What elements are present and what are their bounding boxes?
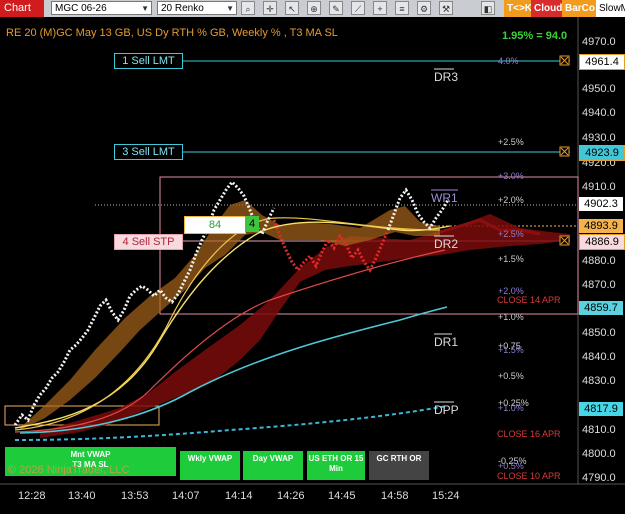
- time-tick: 14:58: [381, 490, 409, 502]
- cursor-icon[interactable]: ↖: [285, 1, 299, 15]
- price-marker: 4817.9: [579, 402, 623, 416]
- order-label-4-sell-stp[interactable]: 4 Sell STP: [114, 234, 183, 250]
- instrument-value: MGC 06-26: [55, 3, 107, 14]
- price-tick: 4850.0: [582, 327, 616, 339]
- us-eth-or-button[interactable]: US ETH OR 15 Min: [307, 451, 365, 480]
- pct-label: +2.5%: [498, 137, 524, 147]
- chevron-down-icon: ▼: [141, 4, 149, 13]
- strategy-icon[interactable]: ⚙: [417, 1, 431, 15]
- tag-barco[interactable]: BarCo: [562, 0, 599, 17]
- bar-type-selector[interactable]: 20 Renko ▼: [157, 1, 237, 15]
- properties-icon[interactable]: ≡: [395, 1, 409, 15]
- pivot-dr3: DR3: [434, 70, 458, 84]
- pct-label: +0.5%: [498, 461, 524, 471]
- chart-toolbar: Chart MGC 06-26 ▼ 20 Renko ▼ ⌕ ✛ ↖ ⊕ ✎ ⟋…: [0, 0, 625, 18]
- time-tick: 15:24: [432, 490, 460, 502]
- price-tick: 4910.0: [582, 181, 616, 193]
- price-marker: 4886.9: [579, 234, 625, 250]
- pct-label: +1.5%: [498, 345, 524, 355]
- order-label-1-sell-lmt[interactable]: 1 Sell LMT: [114, 53, 183, 69]
- tag-cloud[interactable]: Cloud: [531, 0, 566, 17]
- pivot-wr1: WR1: [431, 191, 458, 205]
- chart-title: RE 20 (M)GC May 13 GB, US Dy RTH % GB, W…: [6, 27, 338, 39]
- time-tick: 14:07: [172, 490, 200, 502]
- indicator-icon[interactable]: ◧: [481, 1, 495, 15]
- chart-canvas[interactable]: 4970.0 4950.0 4940.0 4930.0 4920.0 4910.…: [0, 17, 625, 509]
- mnt-vwap-label: Mnt VWAP: [70, 450, 111, 459]
- chevron-down-icon: ▼: [226, 4, 234, 13]
- price-marker-position: 4893.9: [579, 219, 623, 233]
- price-tick: 4940.0: [582, 107, 616, 119]
- zoom-icon[interactable]: ⊕: [307, 1, 321, 15]
- pct-label: +1.0%: [498, 312, 524, 322]
- price-marker-last: 4902.3: [579, 197, 623, 211]
- time-axis: 12:28 13:40 13:53 14:07 14:14 14:26 14:4…: [18, 490, 460, 502]
- price-tick: 4870.0: [582, 279, 616, 291]
- price-marker: 4923.9: [579, 145, 625, 161]
- price-tick: 4810.0: [582, 424, 616, 436]
- price-tick: 4970.0: [582, 36, 616, 48]
- wkly-vwap-button[interactable]: Wkly VWAP: [180, 451, 240, 480]
- search-icon[interactable]: ⌕: [241, 1, 255, 15]
- pct-label: +1.5%: [498, 254, 524, 264]
- pct-label: CLOSE 14 APR: [497, 295, 561, 305]
- bar-type-value: 20 Renko: [161, 3, 204, 14]
- time-tick: 13:53: [121, 490, 149, 502]
- price-marker: 4961.4: [579, 54, 625, 70]
- price-tick: 4950.0: [582, 83, 616, 95]
- drawing-icon[interactable]: ⟋: [351, 1, 365, 15]
- chart-panel[interactable]: 4970.0 4950.0 4940.0 4930.0 4920.0 4910.…: [0, 17, 625, 509]
- pct-label: +2.0%: [498, 195, 524, 205]
- time-tick: 12:28: [18, 490, 46, 502]
- window-title-tab[interactable]: Chart: [0, 0, 44, 17]
- position-pnl[interactable]: 84: [184, 216, 246, 234]
- tag-slowm[interactable]: SlowM: [596, 0, 625, 17]
- time-tick: 13:40: [68, 490, 96, 502]
- time-tick: 14:14: [225, 490, 253, 502]
- pct-label: 4.0%: [498, 56, 519, 66]
- pivot-dpp: DPP: [434, 403, 459, 417]
- price-tick: 4840.0: [582, 351, 616, 363]
- order-label-3-sell-lmt[interactable]: 3 Sell LMT: [114, 144, 183, 160]
- time-tick: 14:26: [277, 490, 305, 502]
- copyright-watermark: © 2026 NinjaTrader, LLC: [8, 464, 130, 476]
- price-tick: 4880.0: [582, 255, 616, 267]
- price-tick: 4800.0: [582, 448, 616, 460]
- instrument-selector[interactable]: MGC 06-26 ▼: [51, 1, 152, 15]
- settings-icon[interactable]: ⚒: [439, 1, 453, 15]
- pivot-dr2: DR2: [434, 237, 458, 251]
- price-tick: 4930.0: [582, 132, 616, 144]
- pct-label: +2.5%: [498, 229, 524, 239]
- pencil-icon[interactable]: ✎: [329, 1, 343, 15]
- pct-readout: 1.95% = 94.0: [502, 30, 568, 42]
- pivot-dr1: DR1: [434, 335, 458, 349]
- day-vwap-button[interactable]: Day VWAP: [243, 451, 303, 480]
- pct-label: +1.0%: [498, 403, 524, 413]
- add-icon[interactable]: +: [373, 1, 387, 15]
- pct-label: CLOSE 16 APR: [497, 429, 561, 439]
- pct-label: +3.0%: [498, 171, 524, 181]
- position-qty[interactable]: 4: [245, 216, 259, 232]
- price-marker: 4859.7: [579, 301, 623, 315]
- pct-label: +0.5%: [498, 371, 524, 381]
- crosshair-icon[interactable]: ✛: [263, 1, 277, 15]
- pct-label: CLOSE 10 APR: [497, 471, 561, 481]
- price-tick: 4830.0: [582, 375, 616, 387]
- gc-rth-or-button[interactable]: GC RTH OR: [369, 451, 429, 480]
- time-tick: 14:45: [328, 490, 356, 502]
- price-tick: 4790.0: [582, 472, 616, 484]
